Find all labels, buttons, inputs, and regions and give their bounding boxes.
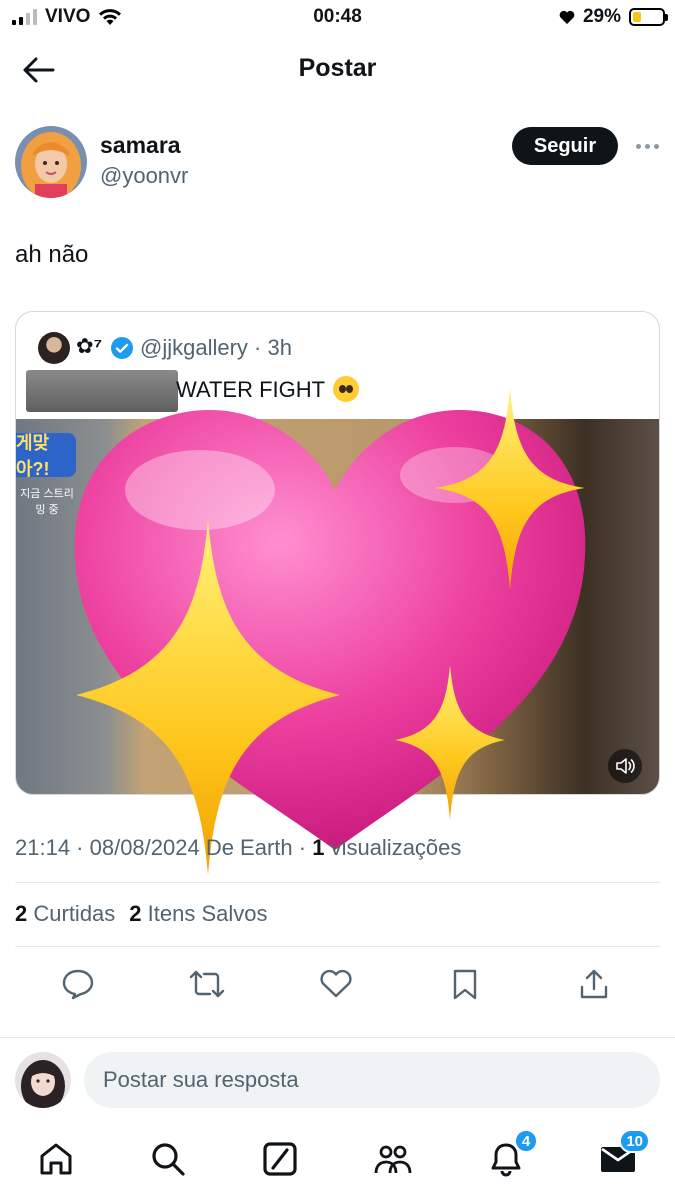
battery-fill [633, 12, 642, 22]
home-icon [40, 1143, 72, 1175]
header: Postar [0, 40, 675, 98]
quoted-author-avatar[interactable] [38, 332, 70, 364]
tab-messages[interactable]: 10 [596, 1129, 650, 1181]
communities-icon [374, 1145, 412, 1174]
quoted-text-content: WATER FIGHT [176, 377, 325, 402]
reply-button[interactable] [58, 964, 98, 1004]
notifications-badge: 4 [514, 1129, 538, 1153]
divider [15, 882, 660, 883]
share-icon [580, 969, 608, 999]
tab-search[interactable] [146, 1137, 190, 1181]
quoted-author-name: ✿⁷ [76, 335, 103, 358]
heart-status-icon [559, 10, 575, 24]
views-label: visualizações [324, 835, 462, 860]
divider [15, 946, 660, 947]
heart-icon [320, 969, 352, 998]
tab-home[interactable] [34, 1137, 78, 1181]
post-text: ah não [15, 241, 89, 268]
divider [0, 1037, 675, 1038]
tab-grok[interactable] [258, 1137, 302, 1181]
battery-percent: 29% [582, 6, 621, 27]
user-avatar[interactable] [15, 1052, 71, 1108]
search-icon [152, 1143, 185, 1176]
repost-button[interactable] [187, 964, 227, 1004]
likes-count: 2 [15, 901, 28, 926]
share-button[interactable] [574, 964, 614, 1004]
status-right: 29% [559, 6, 668, 28]
verified-badge-icon [111, 337, 133, 359]
speaker-icon [616, 758, 635, 774]
status-bar: VIVO 00:48 29% [0, 0, 675, 34]
tab-notifications[interactable]: 4 [484, 1129, 538, 1181]
show-logo: 게맞아?! [16, 433, 76, 479]
views-count: 1 [312, 835, 325, 860]
engagement-stats: 2 Curtidas 2 Itens Salvos [15, 901, 268, 927]
more-options-icon[interactable] [630, 134, 664, 158]
quoted-post[interactable]: ✿⁷ @jjkgallery · 3h WATER FIGHT 게맞아?! 지금… [15, 311, 660, 795]
post-timestamp: 21:14 · 08/08/2024 De Earth · 1 visualiz… [15, 835, 461, 861]
author-display-name[interactable]: samara [100, 132, 181, 159]
bookmarks-label: Itens Salvos [147, 901, 268, 926]
like-button[interactable] [316, 964, 356, 1004]
author-handle[interactable]: @yoonvr [100, 163, 188, 189]
bookmarks-count: 2 [129, 901, 142, 926]
action-bar [0, 960, 675, 1006]
volume-button[interactable] [608, 749, 642, 783]
battery-icon [629, 8, 668, 26]
tab-bar: 4 10 [0, 1125, 675, 1200]
user-avatar-image [15, 1052, 71, 1108]
author-avatar[interactable] [15, 126, 87, 198]
bookmarks-stat[interactable]: 2 Itens Salvos [129, 901, 267, 927]
stream-caption: 지금 스트리밍 중 [20, 488, 74, 516]
bookmark-icon [453, 969, 477, 1000]
reply-input[interactable]: Postar sua resposta [84, 1052, 660, 1108]
pleading-face-emoji [332, 376, 359, 402]
redacted-text-block [26, 370, 178, 412]
likes-stat[interactable]: 2 Curtidas [15, 901, 115, 927]
comment-icon [62, 969, 94, 1000]
messages-badge: 10 [619, 1129, 650, 1153]
likes-label: Curtidas [33, 901, 116, 926]
grok-icon [263, 1142, 297, 1176]
author-avatar-image [15, 126, 87, 198]
quoted-video[interactable]: 게맞아?! 지금 스트리밍 중 [16, 419, 659, 794]
page-title: Postar [298, 54, 377, 82]
repost-icon [189, 970, 225, 998]
bookmark-button[interactable] [445, 964, 485, 1004]
quoted-text: WATER FIGHT [176, 376, 359, 403]
follow-button[interactable]: Seguir [512, 127, 618, 165]
tab-communities[interactable] [371, 1137, 415, 1181]
timestamp-text: 21:14 · 08/08/2024 De Earth · [15, 835, 313, 860]
quoted-author-handle: @jjkgallery · 3h [140, 335, 292, 360]
